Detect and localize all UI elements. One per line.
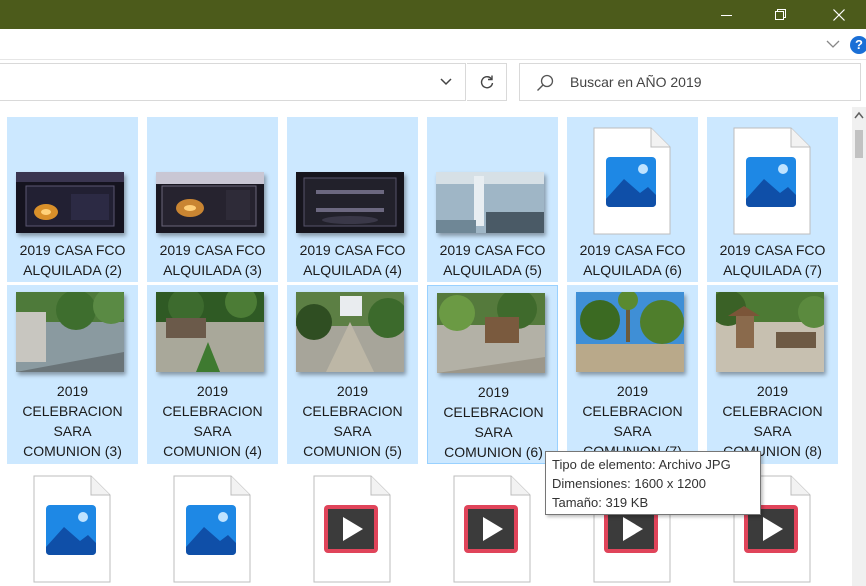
photo-thumbnail	[437, 293, 545, 373]
video-file-icon	[453, 475, 531, 583]
photo-thumbnail	[296, 172, 404, 233]
image-file-icon	[733, 127, 811, 235]
close-icon	[833, 8, 845, 21]
expand-ribbon-icon[interactable]	[826, 38, 840, 50]
minimize-button[interactable]	[704, 0, 750, 29]
vertical-scrollbar[interactable]	[852, 107, 866, 586]
file-item[interactable]: 2019 CASA FCO ALQUILADA (6)	[567, 117, 698, 282]
close-button[interactable]	[816, 0, 862, 29]
file-name: 2019 CASA FCO ALQUILADA (7)	[719, 242, 826, 278]
image-file-icon	[173, 475, 251, 583]
maximize-button[interactable]	[758, 0, 804, 29]
file-name: 2019 CASA FCO ALQUILADA (2)	[19, 242, 126, 278]
video-file-icon	[313, 475, 391, 583]
file-item[interactable]: 2019 CELEBRACION SARA COMUNION (3)	[7, 285, 138, 464]
tooltip-dimensions: Dimensiones: 1600 x 1200	[552, 476, 706, 491]
photo-thumbnail	[156, 172, 264, 233]
minimize-icon	[721, 14, 732, 16]
file-item[interactable]: 2019 CASA FCO ALQUILADA (3)	[147, 117, 278, 282]
image-file-icon	[33, 475, 111, 583]
address-history-button[interactable]	[427, 64, 465, 100]
title-bar	[0, 0, 866, 29]
tooltip-item-type: Tipo de elemento: Archivo JPG	[552, 457, 731, 472]
file-info-tooltip: Tipo de elemento: Archivo JPG Dimensione…	[545, 451, 761, 515]
file-item[interactable]: 2019CELEBRACIONSARACOMUNION (7)	[567, 285, 698, 464]
refresh-button[interactable]	[467, 63, 507, 101]
file-item[interactable]: 2019 CELEBRACION SARA COMUNION (5)	[287, 285, 418, 464]
file-item[interactable]: 2019 CELEBRACION SARA COMUNION (8)	[707, 285, 838, 464]
photo-thumbnail	[576, 292, 684, 372]
file-name: 2019 CASA FCO ALQUILADA (5)	[439, 242, 546, 278]
chevron-down-icon	[440, 78, 452, 86]
restore-icon	[775, 8, 786, 20]
file-item[interactable]: 2019 CASA FCO ALQUILADA (7)	[707, 117, 838, 282]
file-item[interactable]	[147, 473, 278, 586]
file-item[interactable]: 2019 CELEBRACION SARA COMUNION (6)	[427, 285, 558, 464]
ribbon-bar: ?	[0, 29, 866, 60]
file-name: 2019 CASA FCO ALQUILADA (6)	[579, 242, 686, 278]
address-bar[interactable]	[0, 63, 466, 101]
photo-thumbnail	[716, 292, 824, 372]
file-item[interactable]	[7, 473, 138, 586]
file-item[interactable]: 2019 CASA FCO ALQUILADA (4)	[287, 117, 418, 282]
file-name: 2019 CELEBRACION SARA COMUNION (8)	[722, 383, 823, 459]
file-name: 2019 CELEBRACION SARA COMUNION (6)	[443, 384, 544, 460]
file-name: 2019 CELEBRACION SARA COMUNION (5)	[302, 383, 403, 459]
photo-thumbnail	[16, 292, 124, 372]
photo-thumbnail	[16, 172, 124, 233]
refresh-icon	[480, 75, 493, 89]
file-item[interactable]	[287, 473, 418, 586]
file-name: 2019CELEBRACIONSARACOMUNION (7)	[582, 383, 683, 459]
file-name: 2019 CASA FCO ALQUILADA (4)	[299, 242, 406, 278]
search-box[interactable]	[519, 63, 861, 101]
help-button[interactable]: ?	[850, 36, 866, 54]
chevron-up-icon	[854, 111, 864, 119]
tooltip-size: Tamaño: 319 KB	[552, 495, 649, 510]
file-name: 2019 CELEBRACION SARA COMUNION (4)	[162, 383, 263, 459]
photo-thumbnail	[296, 292, 404, 372]
scroll-up-button[interactable]	[852, 111, 866, 121]
file-item[interactable]	[427, 473, 558, 586]
file-item[interactable]: 2019 CASA FCO ALQUILADA (5)	[427, 117, 558, 282]
search-icon	[537, 74, 554, 91]
photo-thumbnail	[436, 172, 544, 233]
scrollbar-thumb[interactable]	[855, 130, 863, 158]
file-item[interactable]: 2019 CASA FCO ALQUILADA (2)	[7, 117, 138, 282]
search-input[interactable]	[570, 64, 850, 100]
photo-thumbnail	[156, 292, 264, 372]
file-name: 2019 CASA FCO ALQUILADA (3)	[159, 242, 266, 278]
file-name: 2019 CELEBRACION SARA COMUNION (3)	[22, 383, 123, 459]
file-item[interactable]: 2019 CELEBRACION SARA COMUNION (4)	[147, 285, 278, 464]
image-file-icon	[593, 127, 671, 235]
